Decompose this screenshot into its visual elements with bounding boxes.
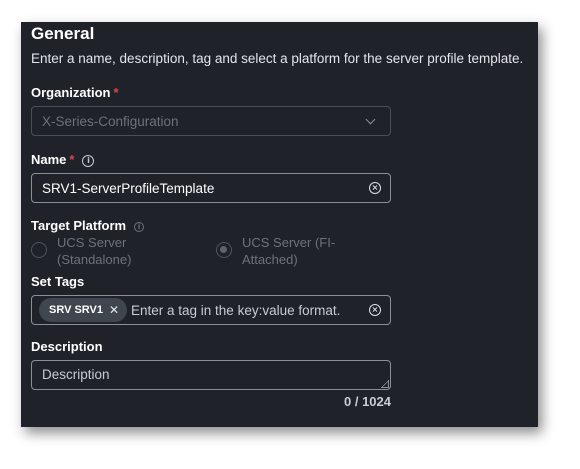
section-title: General xyxy=(31,24,95,43)
organization-select-value: X-Series-Configuration xyxy=(42,114,179,129)
name-input-value: SRV1-ServerProfileTemplate xyxy=(42,181,215,196)
radio-option-standalone[interactable]: UCS Server (Standalone) xyxy=(31,234,201,270)
resize-handle[interactable] xyxy=(381,380,389,388)
radio-button-standalone[interactable] xyxy=(31,242,47,258)
character-counter: 0 / 1024 xyxy=(344,394,391,409)
target-platform-label-text: Target Platform xyxy=(31,218,127,233)
tags-input[interactable]: SRV SRV1 ✕ Enter a tag in the key:value f… xyxy=(31,295,391,325)
organization-label: Organization * xyxy=(31,85,119,100)
name-input[interactable]: SRV1-ServerProfileTemplate × xyxy=(31,173,391,203)
radio-option-fi-attached[interactable]: UCS Server (FI-Attached) xyxy=(216,234,386,270)
description-textarea[interactable]: Description xyxy=(31,360,391,390)
tags-input-placeholder: Enter a tag in the key:value format. xyxy=(131,303,341,318)
chevron-down-icon xyxy=(365,114,376,125)
target-platform-label: Target Platform i xyxy=(31,218,145,233)
set-tags-label: Set Tags xyxy=(31,274,85,289)
general-panel: General Enter a name, description, tag a… xyxy=(21,22,538,427)
required-mark: * xyxy=(69,152,75,167)
info-icon[interactable]: i xyxy=(134,221,145,232)
tag-chip-label: SRV SRV1 xyxy=(49,304,104,316)
organization-select[interactable]: X-Series-Configuration xyxy=(31,106,391,136)
radio-selected-dot xyxy=(220,246,227,253)
radio-label-fi-attached: UCS Server (FI-Attached) xyxy=(242,235,336,267)
organization-label-text: Organization xyxy=(31,85,111,100)
section-subtitle: Enter a name, description, tag and selec… xyxy=(31,51,524,66)
clear-icon[interactable]: × xyxy=(369,182,381,194)
close-icon[interactable]: ✕ xyxy=(109,303,119,317)
name-label: Name * i xyxy=(31,152,95,167)
description-label: Description xyxy=(31,339,103,354)
info-icon[interactable]: i xyxy=(82,154,95,167)
clear-icon[interactable]: × xyxy=(369,304,381,316)
tag-chip: SRV SRV1 ✕ xyxy=(39,298,128,322)
description-placeholder: Description xyxy=(42,367,110,382)
required-mark: * xyxy=(113,85,119,100)
radio-button-fi-attached[interactable] xyxy=(216,242,232,258)
name-label-text: Name xyxy=(31,152,67,167)
radio-label-standalone: UCS Server (Standalone) xyxy=(57,235,132,267)
